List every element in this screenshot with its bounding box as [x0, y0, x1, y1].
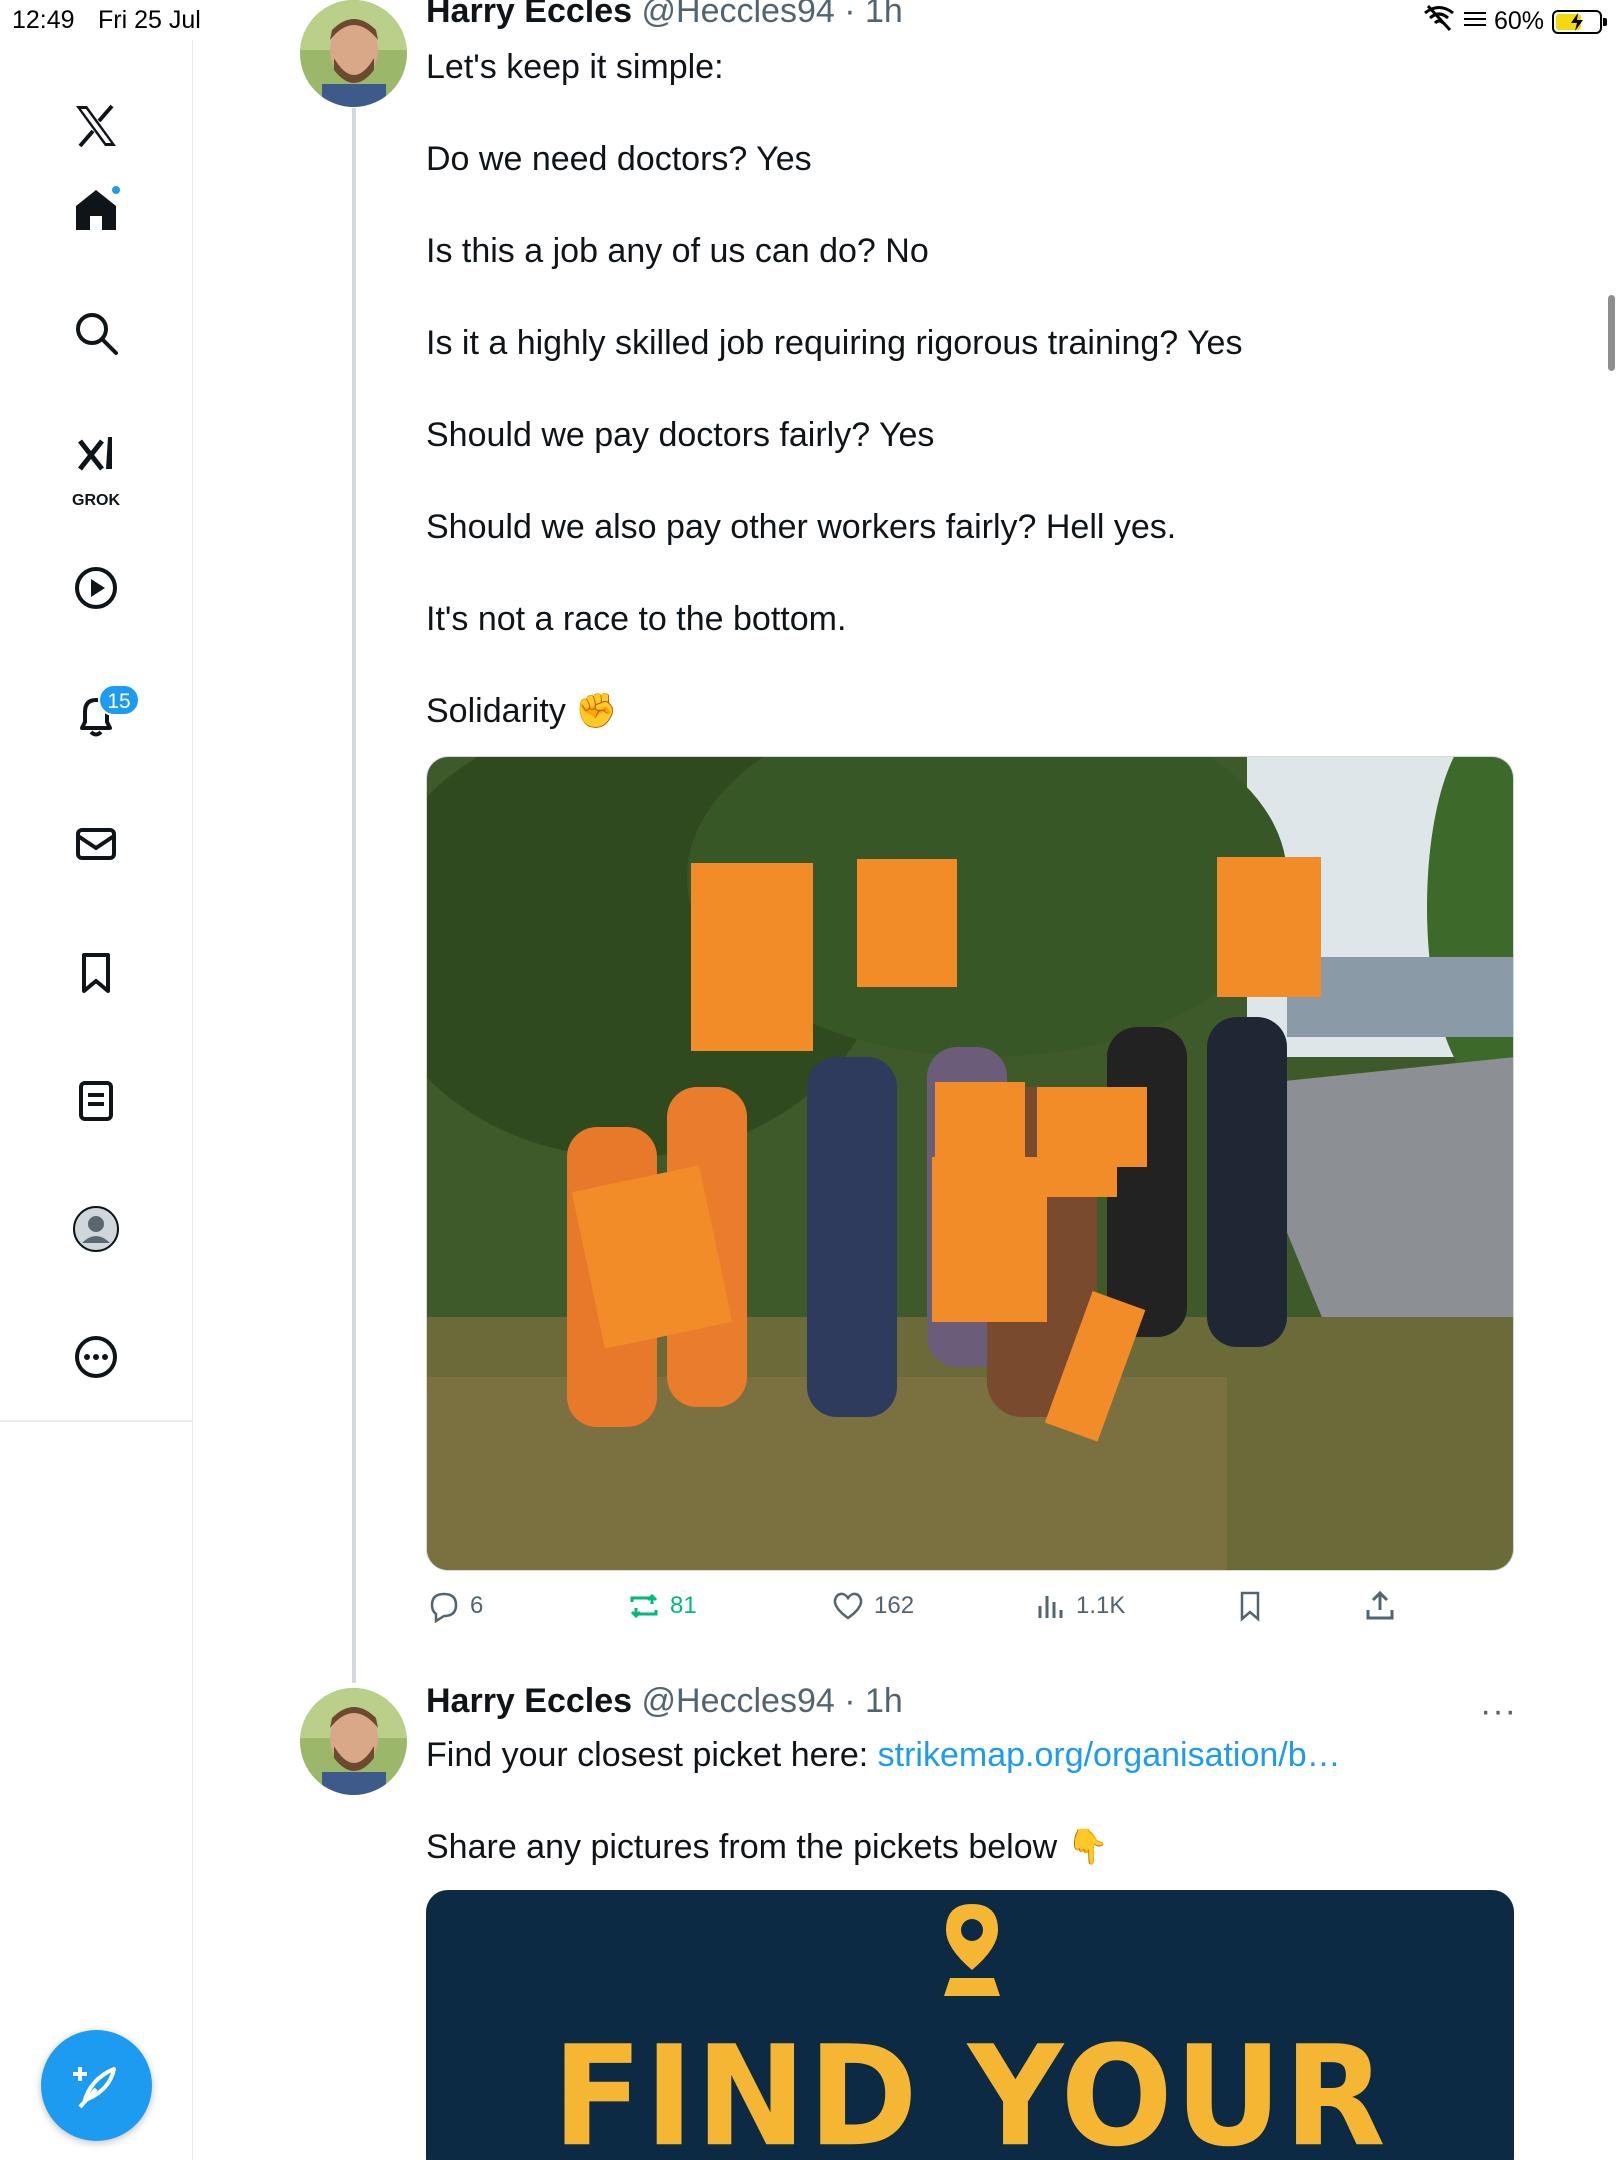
- battery-percent: 60%: [1493, 7, 1544, 35]
- tweet2-text-prefix: Find your closest picket here:: [426, 1736, 878, 1774]
- analytics-icon: [1038, 1596, 1063, 1618]
- tweet1-line: Do we need doctors? Yes: [426, 140, 812, 178]
- tweet2-header: Harry Eccles @Heccles94 · 1h: [426, 1682, 903, 1721]
- tweet1-line: [426, 90, 1242, 136]
- tweet2-image-card[interactable]: FIND YOUR: [426, 1890, 1514, 2160]
- author-avatar[interactable]: [300, 0, 407, 107]
- status-right: 60%: [1422, 4, 1607, 39]
- reply-button[interactable]: 6: [426, 1588, 483, 1624]
- grok-icon[interactable]: GROK: [60, 420, 132, 510]
- video-icon[interactable]: [60, 552, 132, 624]
- tweet1-line: Solidarity ✊: [426, 692, 618, 730]
- tweet1-line: [426, 182, 1242, 228]
- card-title-text: FIND YOUR: [552, 2016, 1388, 2160]
- author-avatar-2[interactable]: [300, 1688, 407, 1795]
- x-logo-icon[interactable]: [60, 90, 132, 162]
- tweet2-text: Find your closest picket here: strikemap…: [426, 1732, 1341, 1870]
- picket-photo-image: [427, 757, 1513, 1570]
- tweet1-author-name[interactable]: Harry Eccles: [426, 0, 632, 30]
- heart-icon: [833, 1592, 863, 1620]
- repost-count: 81: [670, 1592, 697, 1619]
- tweet1-line: [426, 458, 1242, 504]
- tweet2-time[interactable]: · 1h: [844, 1682, 903, 1720]
- tweet1-line: [426, 550, 1242, 596]
- tweet2-author-handle[interactable]: @Heccles94: [642, 1682, 835, 1720]
- tweet1-line: Is it a highly skilled job requiring rig…: [426, 324, 1243, 362]
- tweet2-author-name[interactable]: Harry Eccles: [426, 1682, 632, 1720]
- tweet1-line: Should we also pay other workers fairly?…: [426, 508, 1177, 546]
- views-count: 1.1K: [1076, 1592, 1126, 1619]
- compose-feather-icon: [72, 2066, 116, 2108]
- like-count: 162: [874, 1592, 915, 1619]
- compose-post-button[interactable]: [41, 2030, 152, 2141]
- views-button[interactable]: 1.1K: [1032, 1588, 1125, 1624]
- grok-label: GROK: [72, 492, 120, 509]
- wifi-off-icon: [1422, 4, 1456, 39]
- reply-icon: [430, 1592, 458, 1624]
- tweet1-author-handle[interactable]: @Heccles94: [642, 0, 835, 30]
- repost-icon: [630, 1593, 658, 1619]
- reply-count: 6: [470, 1592, 484, 1619]
- status-time: 12:49: [12, 6, 75, 34]
- tweet1-time[interactable]: · 1h: [844, 0, 903, 30]
- search-icon[interactable]: [60, 297, 132, 369]
- tweet1-line: [426, 642, 1242, 688]
- sidebar: GROK 15: [0, 40, 193, 2160]
- bookmark-button[interactable]: [1232, 1588, 1268, 1624]
- tweet1-line: It's not a race to the bottom.: [426, 600, 847, 638]
- tweet1-line: Let's keep it simple:: [426, 48, 724, 86]
- notifications-badge: 15: [98, 684, 140, 716]
- tweet1-header: Harry Eccles @Heccles94 · 1h: [426, 0, 903, 31]
- tweet1-line: [426, 366, 1242, 412]
- battery-icon: [1552, 9, 1607, 34]
- tweet1-photo[interactable]: [426, 756, 1514, 1571]
- signal-lines-icon: [1463, 7, 1486, 36]
- more-options-icon[interactable]: [60, 1321, 132, 1393]
- mail-icon[interactable]: [60, 808, 132, 880]
- tweet1-line: [426, 274, 1242, 320]
- status-date: Fri 25 Jul: [98, 6, 201, 34]
- thread-connector-line: [352, 108, 356, 1683]
- share-button[interactable]: [1362, 1588, 1398, 1624]
- profile-avatar-icon[interactable]: [60, 1193, 132, 1265]
- location-pin-icon: [944, 1904, 1000, 1996]
- tweet1-line: Is this a job any of us can do? No: [426, 232, 929, 270]
- tweet2-link[interactable]: strikemap.org/organisation/b…: [878, 1736, 1341, 1774]
- share-icon: [1366, 1590, 1394, 1620]
- sidebar-divider: [0, 1420, 193, 1422]
- home-icon[interactable]: [60, 174, 132, 246]
- home-new-dot: [110, 184, 122, 196]
- repost-button[interactable]: 81: [626, 1588, 697, 1624]
- tweet1-actions: 6 81 162 1.1K: [426, 1588, 1426, 1628]
- tweet2-more-options-icon[interactable]: ···: [1480, 1692, 1517, 1731]
- lists-icon[interactable]: [60, 1065, 132, 1137]
- tweet1-line: Should we pay doctors fairly? Yes: [426, 416, 935, 454]
- tweet1-text: Let's keep it simple: Do we need doctors?…: [426, 44, 1242, 734]
- notifications-icon[interactable]: 15: [60, 680, 140, 752]
- bookmark-icon: [1240, 1591, 1260, 1622]
- like-button[interactable]: 162: [830, 1588, 914, 1624]
- tweet2-line2: Share any pictures from the pickets belo…: [426, 1828, 1109, 1866]
- scrollbar-thumb[interactable]: [1608, 295, 1615, 371]
- bookmark-icon[interactable]: [60, 937, 132, 1009]
